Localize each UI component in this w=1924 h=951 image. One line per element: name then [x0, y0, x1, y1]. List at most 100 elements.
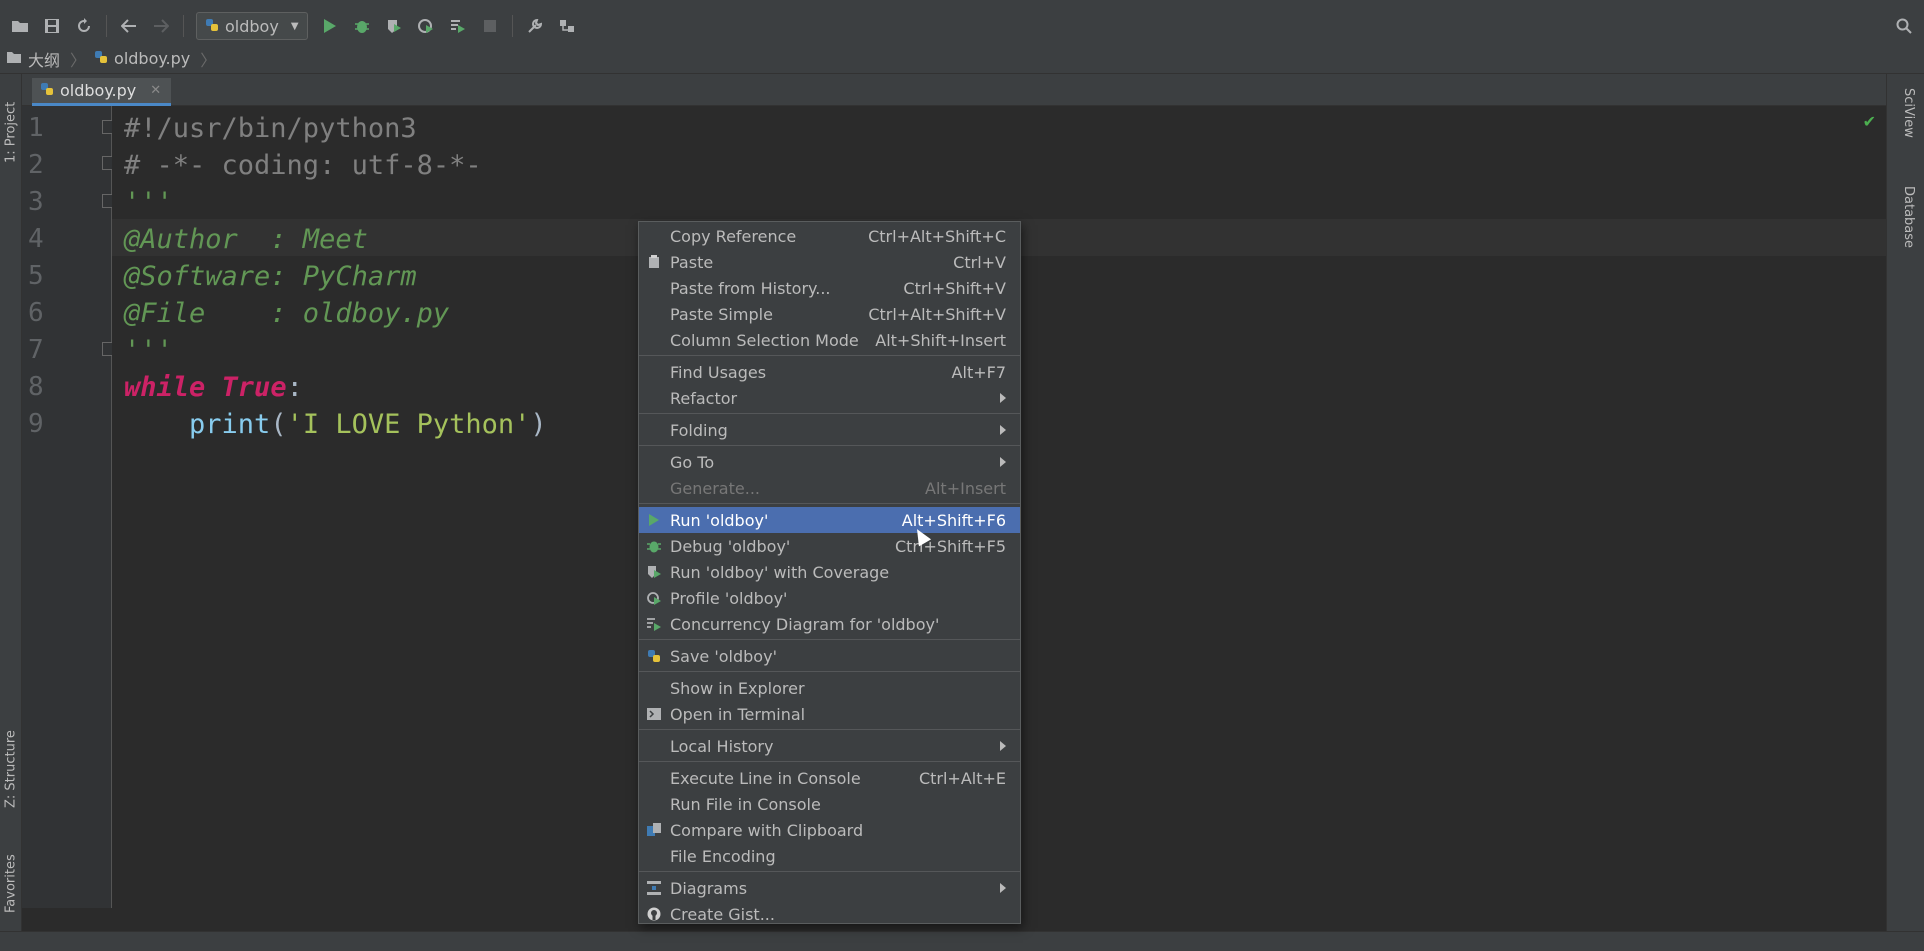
run-with-coverage-icon[interactable] [378, 11, 410, 41]
debug-icon[interactable] [346, 11, 378, 41]
menu-item-label: Local History [670, 736, 774, 756]
favorites-tool-tab-label: Favorites [3, 854, 19, 914]
menu-item-shortcut: Ctrl+Alt+Shift+C [868, 226, 1006, 246]
breadcrumb-separator: 〉 [70, 50, 87, 70]
menu-go-to[interactable]: Go To [639, 449, 1020, 475]
code-line-3: ''' [124, 187, 173, 218]
submenu-arrow-icon [1000, 741, 1006, 751]
open-paren: ( [270, 409, 287, 440]
database-tool-tab[interactable]: Database [1901, 186, 1916, 248]
python-icon [205, 17, 219, 36]
menu-show-in-explorer[interactable]: Show in Explorer [639, 675, 1020, 701]
breadcrumb-file-label: oldboy.py [114, 49, 191, 68]
menu-run-file-in-console[interactable]: Run File in Console [639, 791, 1020, 817]
keyword-while: while [124, 372, 206, 403]
menu-item-shortcut: Ctrl+Alt+Shift+V [868, 304, 1006, 324]
menu-profile-oldboy[interactable]: Profile 'oldboy' [639, 585, 1020, 611]
menu-folding[interactable]: Folding [639, 417, 1020, 443]
project-structure-icon[interactable] [551, 11, 583, 41]
menu-item-label: Go To [670, 452, 715, 472]
profile-icon[interactable] [410, 11, 442, 41]
clipboard-icon [646, 254, 662, 270]
right-tool-window-strip: SciView Database [1886, 74, 1924, 931]
menu-open-in-terminal[interactable]: Open in Terminal [639, 701, 1020, 727]
breadcrumb-separator: 〉 [200, 50, 217, 70]
run-icon[interactable] [314, 11, 346, 41]
menu-item-shortcut: Ctrl+Shift+V [903, 278, 1006, 298]
open-folder-icon[interactable] [4, 11, 36, 41]
menu-generate[interactable]: Generate... Alt+Insert [639, 475, 1020, 501]
menu-item-label: Refactor [670, 388, 738, 408]
code-line-8: while True: [124, 369, 303, 406]
editor-gutter: 1 2 3 4 5 6 7 8 9 [22, 106, 118, 908]
menu-paste[interactable]: Paste Ctrl+V [639, 249, 1020, 275]
menu-copy-reference[interactable]: Copy Reference Ctrl+Alt+Shift+C [639, 223, 1020, 249]
menu-item-label: Debug 'oldboy' [670, 536, 791, 556]
forward-arrow-icon[interactable] [145, 11, 177, 41]
menu-debug-oldboy[interactable]: Debug 'oldboy' Ctrl+Shift+F5 [639, 533, 1020, 559]
sciview-tool-tab[interactable]: SciView [1901, 88, 1916, 138]
menu-paste-simple[interactable]: Paste Simple Ctrl+Alt+Shift+V [639, 301, 1020, 327]
folder-icon [6, 49, 22, 68]
menu-compare-with-clipboard[interactable]: Compare with Clipboard [639, 817, 1020, 843]
close-tab-icon[interactable]: ✕ [150, 83, 161, 98]
python-icon [646, 648, 662, 664]
sync-icon[interactable] [68, 11, 100, 41]
stop-icon[interactable] [474, 11, 506, 41]
navigation-bar: 大纲 〉 oldboy.py 〉 [0, 44, 1924, 74]
menu-run-with-coverage[interactable]: Run 'oldboy' with Coverage [639, 559, 1020, 585]
menu-item-label: Save 'oldboy' [670, 646, 777, 666]
inspection-ok-icon[interactable]: ✔ [1863, 112, 1876, 131]
code-line-4: @Author : Meet [124, 224, 368, 255]
breadcrumb-project[interactable]: 大纲 [6, 47, 70, 71]
menu-find-usages[interactable]: Find Usages Alt+F7 [639, 359, 1020, 385]
project-tool-tab[interactable]: 1: Project [0, 82, 22, 182]
menu-item-shortcut: Alt+Shift+F6 [901, 510, 1006, 530]
menu-diagrams[interactable]: Diagrams [639, 875, 1020, 901]
editor-context-menu: Copy Reference Ctrl+Alt+Shift+C Paste Ctrl… [638, 221, 1021, 924]
menu-file-encoding[interactable]: File Encoding [639, 843, 1020, 869]
toolbar-separator [106, 15, 107, 37]
menu-create-gist[interactable]: Create Gist... [639, 901, 1020, 927]
menu-separator [639, 671, 1020, 672]
menu-column-selection-mode[interactable]: Column Selection Mode Alt+Shift+Insert [639, 327, 1020, 353]
line-number: 3 [28, 187, 44, 217]
menu-item-shortcut: Alt+Shift+Insert [875, 330, 1006, 350]
menu-refactor[interactable]: Refactor [639, 385, 1020, 411]
back-arrow-icon[interactable] [113, 11, 145, 41]
editor-tab-oldboy[interactable]: oldboy.py ✕ [32, 78, 172, 106]
run-with-coverage-icon [646, 564, 662, 580]
line-number: 2 [28, 150, 44, 180]
menu-concurrency-diagram[interactable]: Concurrency Diagram for 'oldboy' [639, 611, 1020, 637]
menu-item-label: File Encoding [670, 846, 776, 866]
search-everywhere-icon[interactable] [1888, 11, 1920, 41]
left-tool-window-strip: 1: Project Z: Structure Favorites [0, 74, 22, 931]
menu-item-label: Show in Explorer [670, 678, 805, 698]
menu-item-label: Generate... [670, 478, 760, 498]
code-line-2: # -*- coding: utf-8-*- [124, 150, 482, 181]
save-all-icon[interactable] [36, 11, 68, 41]
editor-tab-label: oldboy.py [60, 81, 137, 100]
menu-item-shortcut: Ctrl+Shift+F5 [894, 536, 1006, 556]
run-configuration-select[interactable]: oldboy ▼ [196, 12, 308, 40]
menu-paste-from-history[interactable]: Paste from History... Ctrl+Shift+V [639, 275, 1020, 301]
menu-execute-line-in-console[interactable]: Execute Line in Console Ctrl+Alt+E [639, 765, 1020, 791]
menu-item-label: Paste from History... [670, 278, 831, 298]
code-line-9: print('I LOVE Python') [124, 406, 547, 443]
line-number: 4 [28, 224, 44, 254]
settings-wrench-icon[interactable] [519, 11, 551, 41]
menu-run-oldboy[interactable]: Run 'oldboy' Alt+Shift+F6 [639, 507, 1020, 533]
concurrency-diagram-icon[interactable] [442, 11, 474, 41]
code-line-5: @Software: PyCharm [124, 261, 417, 292]
breadcrumb-file[interactable]: oldboy.py [94, 49, 200, 68]
sciview-tool-tab-label: SciView [1901, 88, 1916, 138]
line-number: 7 [28, 335, 44, 365]
menu-local-history[interactable]: Local History [639, 733, 1020, 759]
menu-item-label: Run File in Console [670, 794, 821, 814]
structure-tool-tab[interactable]: Z: Structure [0, 714, 22, 824]
menu-item-shortcut: Ctrl+Alt+E [918, 768, 1006, 788]
favorites-tool-tab[interactable]: Favorites [0, 844, 22, 924]
menu-save-oldboy[interactable]: Save 'oldboy' [639, 643, 1020, 669]
submenu-arrow-icon [1000, 457, 1006, 467]
